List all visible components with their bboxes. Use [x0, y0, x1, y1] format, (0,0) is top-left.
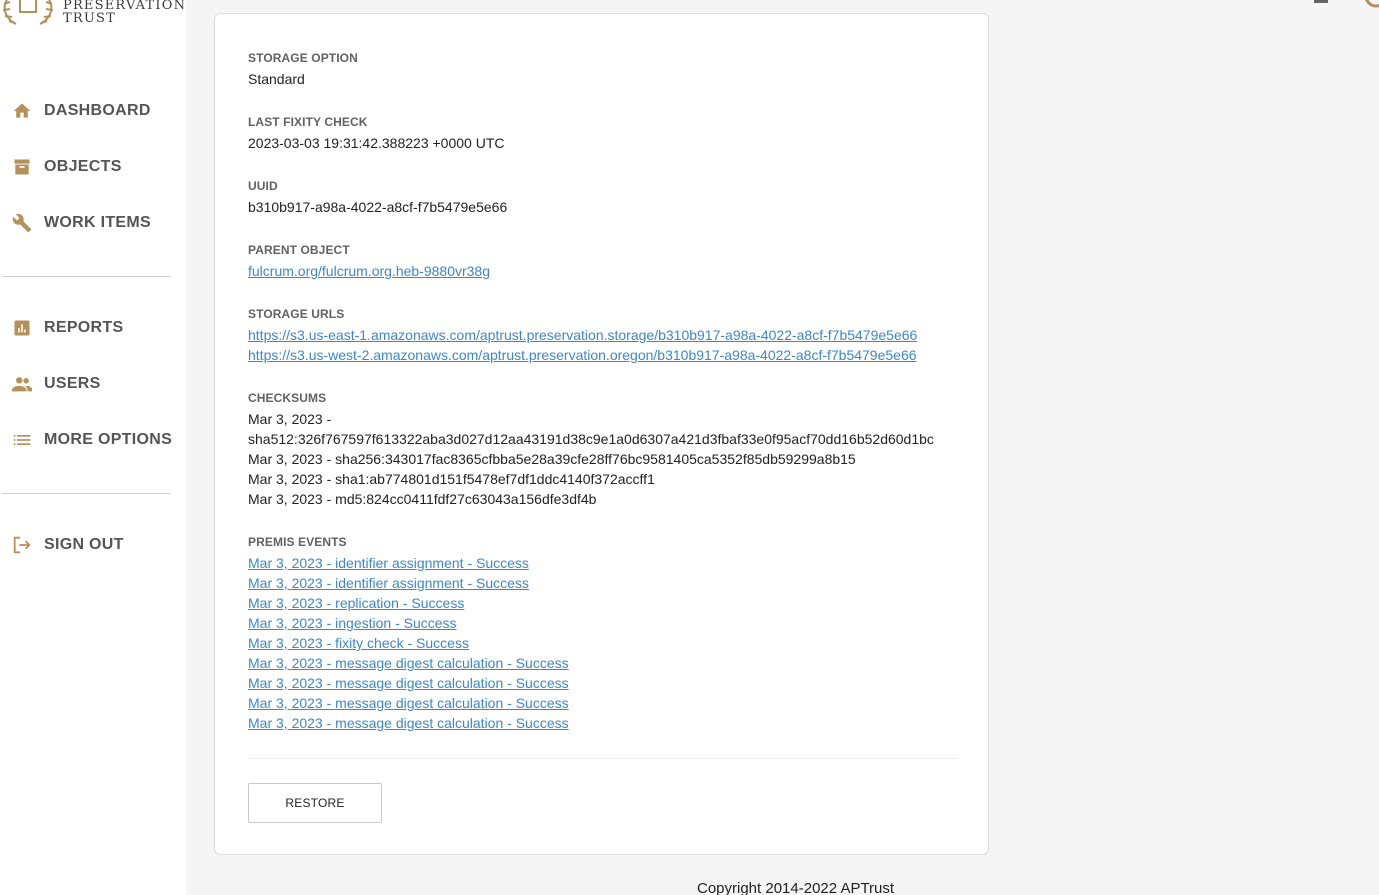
footer-copyright: Copyright 2014-2022 APTrust [697, 880, 895, 895]
storage-option-label: STORAGE OPTION [248, 51, 358, 65]
checksum-line: Mar 3, 2023 - md5:824cc0411fdf27c63043a1… [248, 491, 597, 507]
brand-wordmark: PRESERVATION TRUST [63, 0, 186, 25]
card-divider [248, 758, 957, 759]
brand-logo[interactable]: PRESERVATION TRUST [0, 0, 186, 34]
premis-events-list: Mar 3, 2023 - identifier assignment - Su… [248, 553, 569, 733]
premis-event-link[interactable]: Mar 3, 2023 - message digest calculation… [248, 693, 569, 713]
parent-object-value: fulcrum.org/fulcrum.org.heb-9880vr38g [248, 261, 490, 281]
nav-work-items[interactable]: WORK ITEMS [0, 203, 186, 243]
storage-url-link[interactable]: https://s3.us-west-2.amazonaws.com/aptru… [248, 345, 917, 365]
premis-events-label: PREMIS EVENTS [248, 535, 347, 549]
checksums-list: Mar 3, 2023 - sha512:326f767597f613322ab… [248, 409, 934, 509]
nav-sign-out[interactable]: SIGN OUT [0, 525, 186, 565]
premis-event-link[interactable]: Mar 3, 2023 - fixity check - Success [248, 633, 569, 653]
bar-chart-icon [11, 317, 33, 339]
nav-sign-out-label: SIGN OUT [44, 536, 124, 553]
premis-event-link[interactable]: Mar 3, 2023 - replication - Success [248, 593, 569, 613]
nav-users-label: USERS [44, 375, 101, 392]
checksum-line: Mar 3, 2023 - sha256:343017fac8365cfbba5… [248, 451, 856, 467]
nav-more-options[interactable]: MORE OPTIONS [0, 420, 186, 460]
checksums-label: CHECKSUMS [248, 391, 327, 405]
archive-box-icon [11, 156, 33, 178]
nav-dashboard[interactable]: DASHBOARD [0, 91, 186, 131]
sidebar: PRESERVATION TRUST DASHBOARD OBJECTS WOR… [0, 0, 186, 895]
logout-icon [11, 534, 33, 556]
storage-option-value: Standard [248, 71, 305, 87]
nav-work-items-label: WORK ITEMS [44, 214, 151, 231]
brand-line-2: TRUST [63, 11, 116, 26]
nav-reports[interactable]: REPORTS [0, 308, 186, 348]
storage-url-link[interactable]: https://s3.us-east-1.amazonaws.com/aptru… [248, 325, 917, 345]
wrench-icon [11, 212, 33, 234]
checksum-line: Mar 3, 2023 - sha1:ab774801d151f5478ef7d… [248, 471, 655, 487]
premis-event-link[interactable]: Mar 3, 2023 - message digest calculation… [248, 713, 569, 733]
file-details-card: STORAGE OPTION Standard LAST FIXITY CHEC… [214, 13, 989, 855]
premis-event-link[interactable]: Mar 3, 2023 - message digest calculation… [248, 673, 569, 693]
premis-event-link[interactable]: Mar 3, 2023 - identifier assignment - Su… [248, 573, 569, 593]
account-circle-icon[interactable] [1360, 0, 1379, 15]
checksum-line: sha512:326f767597f613322aba3d027d12aa431… [248, 431, 934, 447]
storage-urls-label: STORAGE URLS [248, 307, 345, 321]
checksum-line: Mar 3, 2023 - [248, 411, 332, 427]
storage-urls-list: https://s3.us-east-1.amazonaws.com/aptru… [248, 325, 917, 365]
people-icon [11, 373, 33, 395]
nav-dashboard-label: DASHBOARD [44, 102, 151, 119]
premis-event-link[interactable]: Mar 3, 2023 - identifier assignment - Su… [248, 553, 569, 573]
uuid-value: b310b917-a98a-4022-a8cf-f7b5479e5e66 [248, 199, 508, 215]
list-icon [11, 429, 33, 451]
notification-bell-icon[interactable] [1310, 0, 1332, 11]
premis-event-link[interactable]: Mar 3, 2023 - message digest calculation… [248, 653, 569, 673]
premis-event-link[interactable]: Mar 3, 2023 - ingestion - Success [248, 613, 569, 633]
parent-object-link[interactable]: fulcrum.org/fulcrum.org.heb-9880vr38g [248, 261, 490, 281]
laurel-logo-icon [2, 0, 54, 25]
last-fixity-value: 2023-03-03 19:31:42.388223 +0000 UTC [248, 135, 505, 151]
nav-objects-label: OBJECTS [44, 158, 122, 175]
nav-objects[interactable]: OBJECTS [0, 147, 186, 187]
nav-reports-label: REPORTS [44, 319, 124, 336]
last-fixity-label: LAST FIXITY CHECK [248, 115, 368, 129]
uuid-label: UUID [248, 179, 278, 193]
nav-users[interactable]: USERS [0, 364, 186, 404]
restore-button[interactable]: RESTORE [248, 783, 382, 823]
sidebar-divider-1 [2, 276, 170, 277]
home-icon [11, 100, 33, 122]
sidebar-divider-2 [2, 493, 170, 494]
nav-more-options-label: MORE OPTIONS [44, 431, 173, 448]
parent-object-label: PARENT OBJECT [248, 243, 350, 257]
